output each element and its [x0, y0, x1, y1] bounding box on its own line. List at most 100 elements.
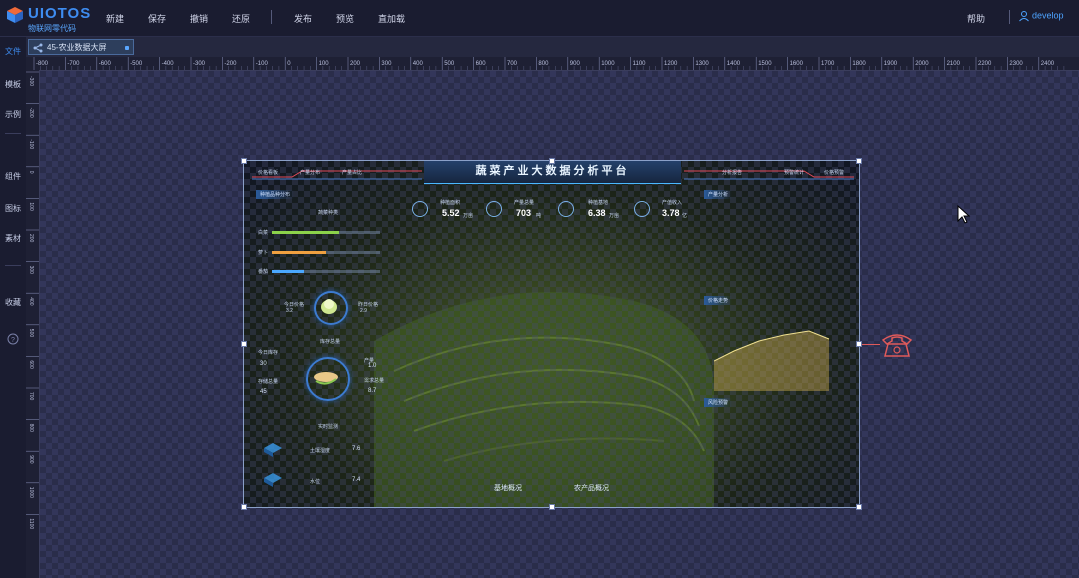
stock-left-value-2: 45	[260, 389, 267, 395]
stat-value-yield: 703	[516, 208, 532, 218]
resize-handle-l[interactable]	[241, 341, 247, 347]
stat-value-area: 5.52	[442, 208, 460, 218]
ruler-label: 800	[28, 424, 34, 433]
price-right-value: 2.9	[360, 308, 367, 314]
user-icon	[1019, 11, 1029, 22]
user-name: develop	[1032, 10, 1064, 21]
resize-handle-tr[interactable]	[856, 158, 862, 164]
tab-document[interactable]: 45-农业数据大屏	[28, 39, 134, 55]
ruler-label: -300	[28, 76, 34, 86]
ruler-label: 1600	[790, 61, 804, 67]
menu-undo[interactable]: 撤销	[190, 12, 208, 25]
unsaved-dot	[125, 46, 129, 50]
resize-handle-bl[interactable]	[241, 504, 247, 510]
menu-help[interactable]: 帮助	[967, 12, 985, 25]
stat-unit-area: 万亩	[463, 213, 474, 219]
ruler-label: 1000	[28, 487, 34, 498]
stat-label-yield: 产量总量	[514, 200, 535, 206]
ruler-label: -300	[193, 61, 206, 67]
ruler-label: 1100	[633, 61, 647, 67]
footer-base-overview[interactable]: 基地概况	[494, 483, 522, 493]
menu-reload[interactable]: 直加载	[378, 12, 405, 25]
stat-label-income: 产值收入	[662, 200, 683, 206]
ruler-label: -100	[28, 139, 34, 149]
area-stat-icon	[412, 201, 428, 217]
ruler-label: -700	[67, 61, 80, 67]
resize-handle-br[interactable]	[856, 504, 862, 510]
sidebar-item-icon[interactable]: 图标	[0, 203, 26, 214]
help-circle-icon[interactable]: ?	[7, 333, 19, 345]
sidebar-item-example[interactable]: 示例	[0, 109, 26, 120]
stat-value-base: 6.38	[588, 208, 606, 218]
footer-product-overview[interactable]: 农产品概况	[574, 483, 609, 493]
ruler-label: 0	[28, 171, 34, 174]
ruler-label: 1700	[821, 61, 835, 67]
ruler-label: -600	[99, 61, 112, 67]
stock-left-label-1: 今日库存	[258, 350, 279, 356]
sidebar-divider	[5, 133, 21, 134]
right-panel-title-3: 风险预警	[704, 398, 733, 407]
variety-subtitle: 蔬菜种类	[318, 210, 339, 216]
ruler-label: -100	[256, 61, 269, 67]
sidebar-item-material[interactable]: 素材	[0, 233, 26, 244]
header-nav-right-3[interactable]: 价格预警	[824, 169, 844, 176]
right-panel-title-1: 产量分析	[704, 190, 733, 199]
dashboard-title: 蔬菜产业大数据分析平台	[424, 161, 681, 184]
monitor-label-1: 土壤湿度	[310, 448, 331, 454]
ruler-label: 900	[28, 455, 34, 464]
menu-save[interactable]: 保存	[148, 12, 166, 25]
app-logo[interactable]: UIOTOS 物联网零代码	[6, 4, 92, 33]
income-stat-icon	[634, 201, 650, 217]
base-stat-icon	[558, 201, 574, 217]
header-nav-right-1[interactable]: 分析报告	[722, 169, 742, 176]
ruler-label: 1900	[884, 61, 898, 67]
ruler-label: 700	[28, 392, 34, 401]
stat-label-area: 种植面积	[440, 200, 461, 206]
resize-handle-b[interactable]	[549, 504, 555, 510]
stock-title: 库存总量	[320, 339, 341, 345]
sidebar-item-component[interactable]: 组件	[0, 171, 26, 182]
mouse-cursor-icon	[957, 205, 971, 224]
stock-right-value-1: 1.0	[368, 363, 377, 369]
water-level-icon	[264, 473, 282, 487]
ruler-label: 2400	[1041, 61, 1055, 67]
stat-unit-base: 万亩	[609, 213, 620, 219]
left-sidebar: 文件 模板 示例 组件 图标 素材 收藏 ?	[0, 37, 26, 578]
monitor-value-2: 7.4	[352, 477, 361, 483]
bar-fill-radish	[272, 251, 326, 254]
dashboard-preview[interactable]: 蔬菜产业大数据分析平台 价格看板 产量分布 产量占比 分析报告 预警统计 价格预…	[243, 160, 860, 508]
yield-stat-icon	[486, 201, 502, 217]
svg-text:?: ?	[11, 337, 15, 344]
user-menu[interactable]: develop	[1018, 10, 1064, 22]
ruler-label: 800	[538, 61, 549, 67]
corn-icon	[314, 372, 338, 385]
menu-preview[interactable]: 预览	[336, 12, 354, 25]
bar-label-tomato: 番茄	[258, 269, 269, 275]
resize-handle-tl[interactable]	[241, 158, 247, 164]
monitor-title: 实时监测	[318, 424, 339, 430]
menu-new[interactable]: 新建	[106, 12, 124, 25]
sidebar-item-favorite[interactable]: 收藏	[0, 297, 26, 308]
menu-redo[interactable]: 还原	[232, 12, 250, 25]
tab-strip: 45-农业数据大屏	[26, 37, 1079, 57]
sidebar-divider	[5, 265, 21, 266]
price-left-value: 3.2	[286, 308, 293, 314]
price-left-label: 今日价格	[284, 302, 305, 308]
sidebar-item-template[interactable]: 模板	[0, 79, 26, 90]
bar-fill-tomato	[272, 270, 305, 273]
resize-handle-t[interactable]	[549, 158, 555, 164]
header-nav-left-2[interactable]: 产量分布	[300, 169, 320, 176]
horizontal-ruler-ticks: -800 -700 -600 -500 -400 -300 -200 -100 0 100 200 3…	[33, 57, 1065, 70]
sidebar-item-file[interactable]: 文件	[0, 46, 26, 57]
header-nav-right-2[interactable]: 预警统计	[784, 169, 804, 176]
menu-publish[interactable]: 发布	[294, 12, 312, 25]
telephone-icon[interactable]	[880, 330, 914, 360]
ruler-label: -400	[162, 61, 175, 67]
stock-right-value-2: 8.7	[368, 388, 377, 394]
header-nav-left-1[interactable]: 价格看板	[258, 169, 278, 176]
ruler-label: 200	[350, 61, 361, 67]
header-nav-left-3[interactable]: 产量占比	[342, 169, 362, 176]
ruler-label: -200	[224, 61, 237, 67]
user-divider	[1009, 10, 1010, 24]
ruler-label: -200	[28, 108, 34, 118]
